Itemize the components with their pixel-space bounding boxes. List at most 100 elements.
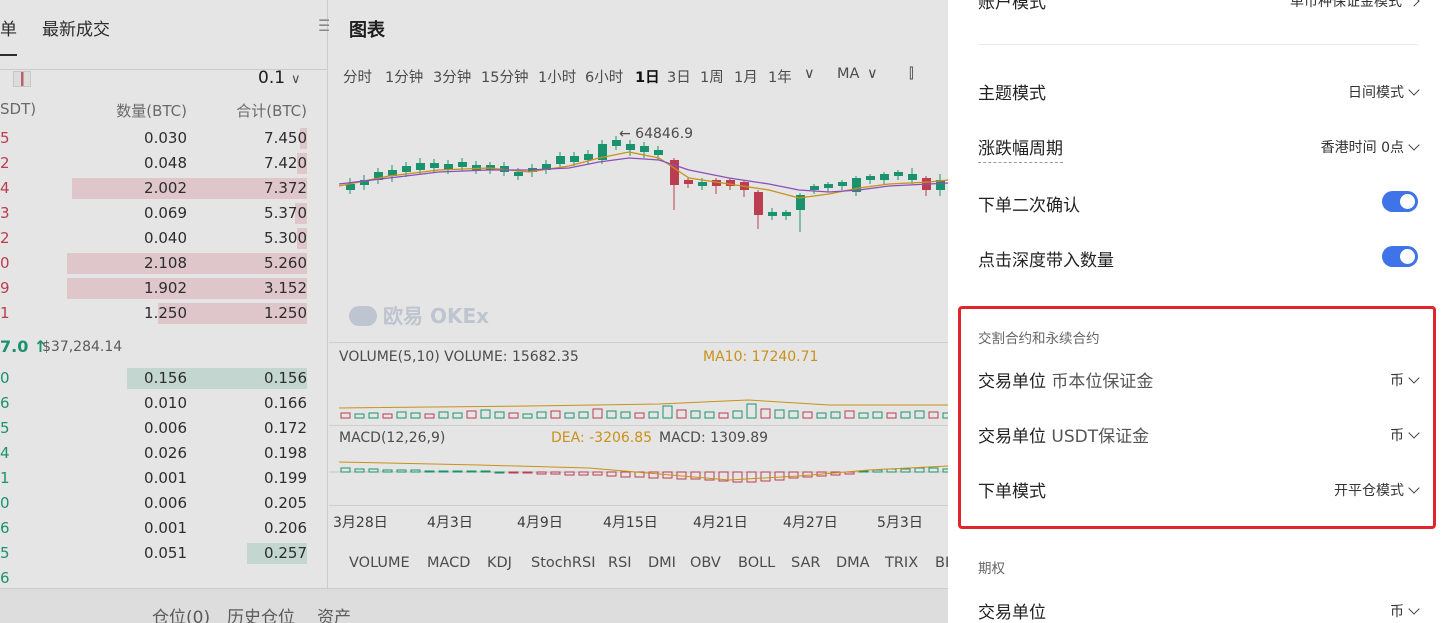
indicator-tab-obv[interactable]: OBV [690,555,721,571]
total-cell: 0.205 [264,494,307,512]
svg-text:← 64846.9: ← 64846.9 [619,126,693,142]
ask-row[interactable]: 5 0.030 7.450 [0,126,328,151]
indicator-tab-boll[interactable]: BOLL [738,555,775,571]
interval-5[interactable]: 6小时 [585,66,623,87]
bid-row[interactable]: 0 0.006 0.205 [0,491,328,516]
coin-margin-unit-select[interactable]: 币 [1390,370,1420,390]
interval-7[interactable]: 3日 [667,66,691,87]
usdt-margin-unit-row[interactable]: 交易单位 USDT保证金 币 [978,422,1420,452]
bid-row[interactable]: 1 0.001 0.199 [0,466,328,491]
ask-row[interactable]: 2 0.048 7.420 [0,151,328,176]
interval-6[interactable]: 1日 [635,66,660,87]
order-mode-select[interactable]: 开平仓模式 [1334,480,1420,500]
order-confirm-toggle[interactable] [1382,191,1418,212]
tab-assets[interactable]: 资产 [317,603,351,623]
indicator-tab-bi[interactable]: BI [935,555,949,571]
interval-8[interactable]: 1周 [700,66,724,87]
chevron-down-icon[interactable]: ∨ [867,66,878,82]
theme-mode-select[interactable]: 日间模式 [1348,82,1420,102]
depth-fill-toggle[interactable] [1382,246,1418,267]
qty-cell: 1.250 [144,304,187,322]
interval-1[interactable]: 1分钟 [385,66,423,87]
change-period-row[interactable]: 涨跌幅周期 香港时间 0点 [978,134,1420,164]
indicator-tab-stochrsi[interactable]: StochRSI [531,555,595,571]
interval-2[interactable]: 3分钟 [433,66,471,87]
ask-row[interactable]: 2 0.040 5.300 [0,226,328,251]
total-cell: 5.370 [264,204,307,222]
indicator-tab-trix[interactable]: TRIX [885,555,918,571]
total-cell: 5.300 [264,229,307,247]
order-book-tabs: 单 最新成交 ☰ [0,0,332,70]
order-mode-label: 下单模式 [978,482,1046,502]
account-mode-value[interactable]: 单币种保证金模式 [1290,0,1420,11]
ask-row[interactable]: 0 2.108 5.260 [0,251,328,276]
coin-margin-unit-row[interactable]: 交易单位 币本位保证金 币 [978,367,1420,397]
price-cell: 2 [0,229,10,247]
ask-row[interactable]: 9 1.902 3.152 [0,276,328,301]
unit-label-text: 交易单位 [978,372,1046,392]
interval-10[interactable]: 1年 [768,66,792,87]
ask-row[interactable]: 3 0.069 5.370 [0,201,328,226]
bid-row[interactable]: 0 0.156 0.156 [0,366,328,391]
indicator-tab-dma[interactable]: DMA [836,555,870,571]
interval-11[interactable]: MA [837,66,859,82]
interval-9[interactable]: 1月 [734,66,758,87]
indicator-tab-rsi[interactable]: RSI [608,555,632,571]
qty-cell: 0.048 [144,154,187,172]
bid-row[interactable]: 4 0.026 0.198 [0,441,328,466]
options-unit-select[interactable]: 币 [1390,601,1420,621]
price-cell: 6 [0,569,10,587]
indicator-tab-sar[interactable]: SAR [791,555,820,571]
price-cell: 5 [0,419,10,437]
total-cell: 0.206 [264,519,307,537]
ask-row[interactable]: 4 2.002 7.372 [0,176,328,201]
indicator-tab-macd[interactable]: MACD [427,555,470,571]
qty-cell: 0.001 [144,519,187,537]
price-cell: 4 [0,179,10,197]
interval-3[interactable]: 15分钟 [481,66,528,87]
bid-row[interactable]: 6 0.001 0.206 [0,516,328,541]
theme-mode-row[interactable]: 主题模式 日间模式 [978,79,1420,109]
futures-section-title: 交割合约和永续合约 [978,331,1100,347]
indicator-tab-dmi[interactable]: DMI [648,555,676,571]
qty-cell: 0.001 [144,469,187,487]
precision-select[interactable]: 0.1 ∨ [258,68,301,88]
volume-ma10: MA10: 17240.71 [703,349,819,365]
chevron-down-icon [1408,372,1420,384]
chevron-down-icon[interactable]: ∨ [804,66,815,82]
bid-row[interactable]: 5 0.006 0.172 [0,416,328,441]
tab-position-history[interactable]: 历史仓位 [227,603,295,623]
change-period-text: 香港时间 0点 [1320,140,1404,156]
time-axis: 3月28日 4月3日 4月9日 4月15日 4月21日 4月27日 5月3日 [329,512,948,532]
x-tick: 4月3日 [427,515,473,531]
last-price-usd: $37,284.14 [42,339,123,355]
candle-type-icon[interactable]: ⫿ [909,66,914,82]
indicator-tab-kdj[interactable]: KDJ [487,555,512,571]
qty-cell: 0.069 [144,204,187,222]
book-view-icon[interactable] [13,71,31,87]
x-tick: 3月28日 [333,515,388,531]
order-mode-row[interactable]: 下单模式 开平仓模式 [978,477,1420,507]
indicator-tab-volume[interactable]: VOLUME [349,555,410,571]
bid-row[interactable]: 6 0.010 0.166 [0,391,328,416]
ask-row[interactable]: 1 1.250 1.250 [0,301,328,326]
options-unit-row[interactable]: 交易单位 币 [978,598,1420,623]
tab-positions[interactable]: 仓位(0) [152,603,210,623]
divider [978,44,1418,45]
change-period-select[interactable]: 香港时间 0点 [1320,137,1420,157]
last-price-value: 7.0 ↑ [0,337,48,356]
tab-latest-trades[interactable]: 最新成交 [42,15,110,40]
order-book-toolbar: 0.1 ∨ [0,68,328,92]
qty-cell: 0.040 [144,229,187,247]
account-mode-row[interactable]: 账户模式 单币种保证金模式 [978,0,1420,18]
coin-margin-unit-text: 币 [1390,373,1404,389]
interval-4[interactable]: 1小时 [538,66,576,87]
bid-row[interactable]: 5 0.051 0.257 [0,541,328,566]
interval-0[interactable]: 分时 [343,66,372,87]
pane-divider [329,505,948,506]
usdt-margin-unit-select[interactable]: 币 [1390,425,1420,445]
coin-margin-unit-label: 交易单位 币本位保证金 [978,367,1153,392]
tab-order-book[interactable]: 单 [0,15,17,56]
chevron-down-icon [1408,427,1420,439]
macd-label: MACD(12,26,9) [339,430,446,446]
